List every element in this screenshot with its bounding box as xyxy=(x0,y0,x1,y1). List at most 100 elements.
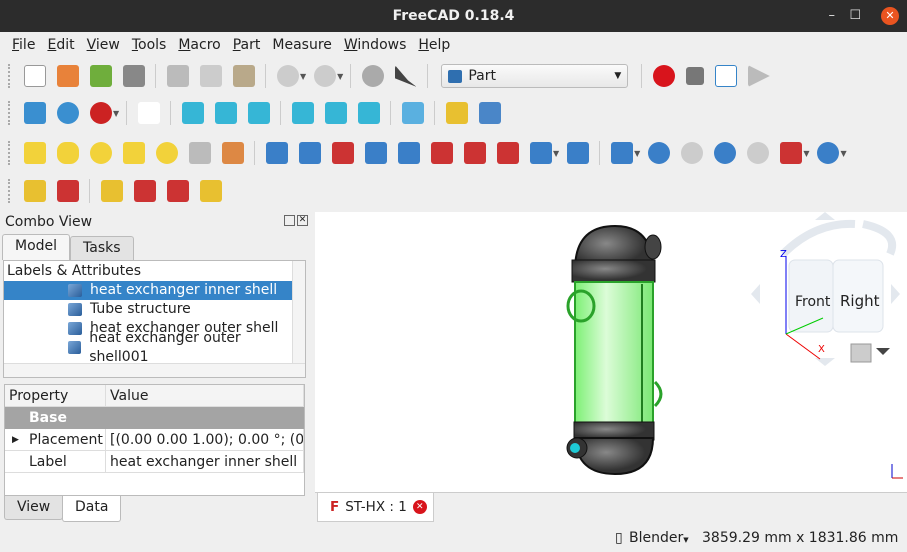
open-file-icon[interactable] xyxy=(56,65,79,87)
close-tab-icon[interactable]: ✕ xyxy=(412,500,427,514)
front-view-icon[interactable] xyxy=(181,102,204,124)
revolve-icon[interactable] xyxy=(298,142,321,164)
tab-view[interactable]: View xyxy=(4,496,64,520)
tree-item[interactable]: Tube structure xyxy=(4,300,293,319)
sphere-icon[interactable] xyxy=(89,142,112,164)
tab-st-hx[interactable]: F ST-HX : 1 ✕ xyxy=(317,493,434,522)
loft-icon[interactable] xyxy=(496,142,519,164)
mirror-icon[interactable] xyxy=(331,142,354,164)
horizontal-scrollbar[interactable] xyxy=(4,363,305,377)
nav-right-label[interactable]: Right xyxy=(840,292,880,310)
fit-all-icon[interactable] xyxy=(23,102,46,124)
menu-part[interactable]: Part xyxy=(227,33,267,57)
toolbar-grip[interactable] xyxy=(8,141,12,165)
fit-selection-icon[interactable] xyxy=(56,102,79,124)
measure-linear-icon[interactable] xyxy=(23,180,46,202)
draw-style-icon[interactable] xyxy=(89,102,112,124)
navigation-style-button[interactable]: Blender▼ xyxy=(629,530,689,546)
dropdown-arrow-icon[interactable]: ▼ xyxy=(113,109,119,118)
cut-icon[interactable] xyxy=(166,65,189,87)
fuse-icon[interactable] xyxy=(713,142,736,164)
property-row[interactable]: Label heat exchanger inner shell xyxy=(5,451,304,473)
left-view-icon[interactable] xyxy=(357,102,380,124)
record-macro-icon[interactable] xyxy=(652,65,675,87)
property-value[interactable]: heat exchanger inner shell xyxy=(106,451,304,473)
whats-this-icon[interactable] xyxy=(394,65,417,87)
paste-icon[interactable] xyxy=(232,65,255,87)
maximize-button[interactable]: ☐ xyxy=(849,0,861,32)
nav-front-label[interactable]: Front xyxy=(795,294,831,310)
cone-icon[interactable] xyxy=(122,142,145,164)
isometric-icon[interactable] xyxy=(137,102,160,124)
ruled-surface-icon[interactable] xyxy=(463,142,486,164)
heat-exchanger-model[interactable] xyxy=(566,224,663,476)
menu-measure[interactable]: Measure xyxy=(266,33,338,57)
workbench-selector[interactable]: Part ▼ xyxy=(441,64,629,88)
menu-windows[interactable]: Windows xyxy=(338,33,413,57)
tab-model[interactable]: Model xyxy=(2,234,71,260)
menu-view[interactable]: View xyxy=(81,33,126,57)
toolbar-grip[interactable] xyxy=(8,179,12,203)
common-icon[interactable] xyxy=(746,142,769,164)
toggle-all-icon[interactable] xyxy=(166,180,189,202)
expand-arrow-icon[interactable]: ▶ xyxy=(12,429,19,450)
run-macro-icon[interactable] xyxy=(747,65,770,87)
redo-icon[interactable] xyxy=(313,65,336,87)
minimize-button[interactable]: – xyxy=(829,0,836,32)
torus-icon[interactable] xyxy=(155,142,178,164)
sweep-icon[interactable] xyxy=(529,142,552,164)
measure-refresh-icon[interactable] xyxy=(100,180,123,202)
property-row[interactable]: ▶ Placement [(0.00 0.00 1.00); 0.00 °; (0… xyxy=(5,429,304,451)
toggle-3d-icon[interactable] xyxy=(199,180,222,202)
bottom-view-icon[interactable] xyxy=(324,102,347,124)
toolbar-grip[interactable] xyxy=(8,101,12,125)
join-icon[interactable] xyxy=(779,142,802,164)
cylinder-icon[interactable] xyxy=(56,142,79,164)
stop-macro-icon[interactable] xyxy=(685,67,704,85)
toolbar-grip[interactable] xyxy=(8,64,12,88)
vertical-scrollbar[interactable] xyxy=(292,261,305,365)
measure-angular-icon[interactable] xyxy=(56,180,79,202)
dropdown-arrow-icon[interactable]: ▼ xyxy=(803,149,809,158)
split-icon[interactable] xyxy=(816,142,839,164)
dropdown-arrow-icon[interactable]: ▼ xyxy=(553,149,559,158)
extrude-icon[interactable] xyxy=(265,142,288,164)
create-group-icon[interactable] xyxy=(478,102,501,124)
thickness-icon[interactable] xyxy=(566,142,589,164)
measure-distance-icon[interactable] xyxy=(401,102,424,124)
close-button[interactable]: ✕ xyxy=(881,7,899,25)
fillet-icon[interactable] xyxy=(364,142,387,164)
dropdown-arrow-icon[interactable]: ▼ xyxy=(840,149,846,158)
save-icon[interactable] xyxy=(89,65,112,87)
tube-icon[interactable] xyxy=(188,142,211,164)
close-panel-icon[interactable]: ✕ xyxy=(297,215,308,226)
top-view-icon[interactable] xyxy=(214,102,237,124)
edit-macro-icon[interactable] xyxy=(714,65,737,87)
tab-data[interactable]: Data xyxy=(62,496,122,522)
menu-file[interactable]: File xyxy=(6,33,41,57)
clear-all-icon[interactable] xyxy=(133,180,156,202)
refresh-icon[interactable] xyxy=(361,65,384,87)
dropdown-arrow-icon[interactable]: ▼ xyxy=(634,149,640,158)
tree-item[interactable]: heat exchanger outer shell001 xyxy=(4,330,293,365)
menu-help[interactable]: Help xyxy=(412,33,456,57)
menu-edit[interactable]: Edit xyxy=(41,33,80,57)
3d-view[interactable]: Front Right Z X xyxy=(315,212,907,492)
float-icon[interactable] xyxy=(284,215,295,226)
undo-icon[interactable] xyxy=(276,65,299,87)
box-icon[interactable] xyxy=(23,142,46,164)
make-face-icon[interactable] xyxy=(430,142,453,164)
navigation-cube[interactable]: Front Right Z X xyxy=(751,212,900,366)
create-part-icon[interactable] xyxy=(445,102,468,124)
tab-tasks[interactable]: Tasks xyxy=(70,236,134,260)
primitives-icon[interactable] xyxy=(221,142,244,164)
chamfer-icon[interactable] xyxy=(397,142,420,164)
property-value[interactable]: [(0.00 0.00 1.00); 0.00 °; (0… xyxy=(106,429,304,451)
right-view-icon[interactable] xyxy=(247,102,270,124)
copy-icon[interactable] xyxy=(199,65,222,87)
menu-macro[interactable]: Macro xyxy=(172,33,226,57)
print-icon[interactable] xyxy=(122,65,145,87)
new-file-icon[interactable] xyxy=(23,65,46,87)
cut-icon[interactable] xyxy=(680,142,703,164)
compound-icon[interactable] xyxy=(610,142,633,164)
